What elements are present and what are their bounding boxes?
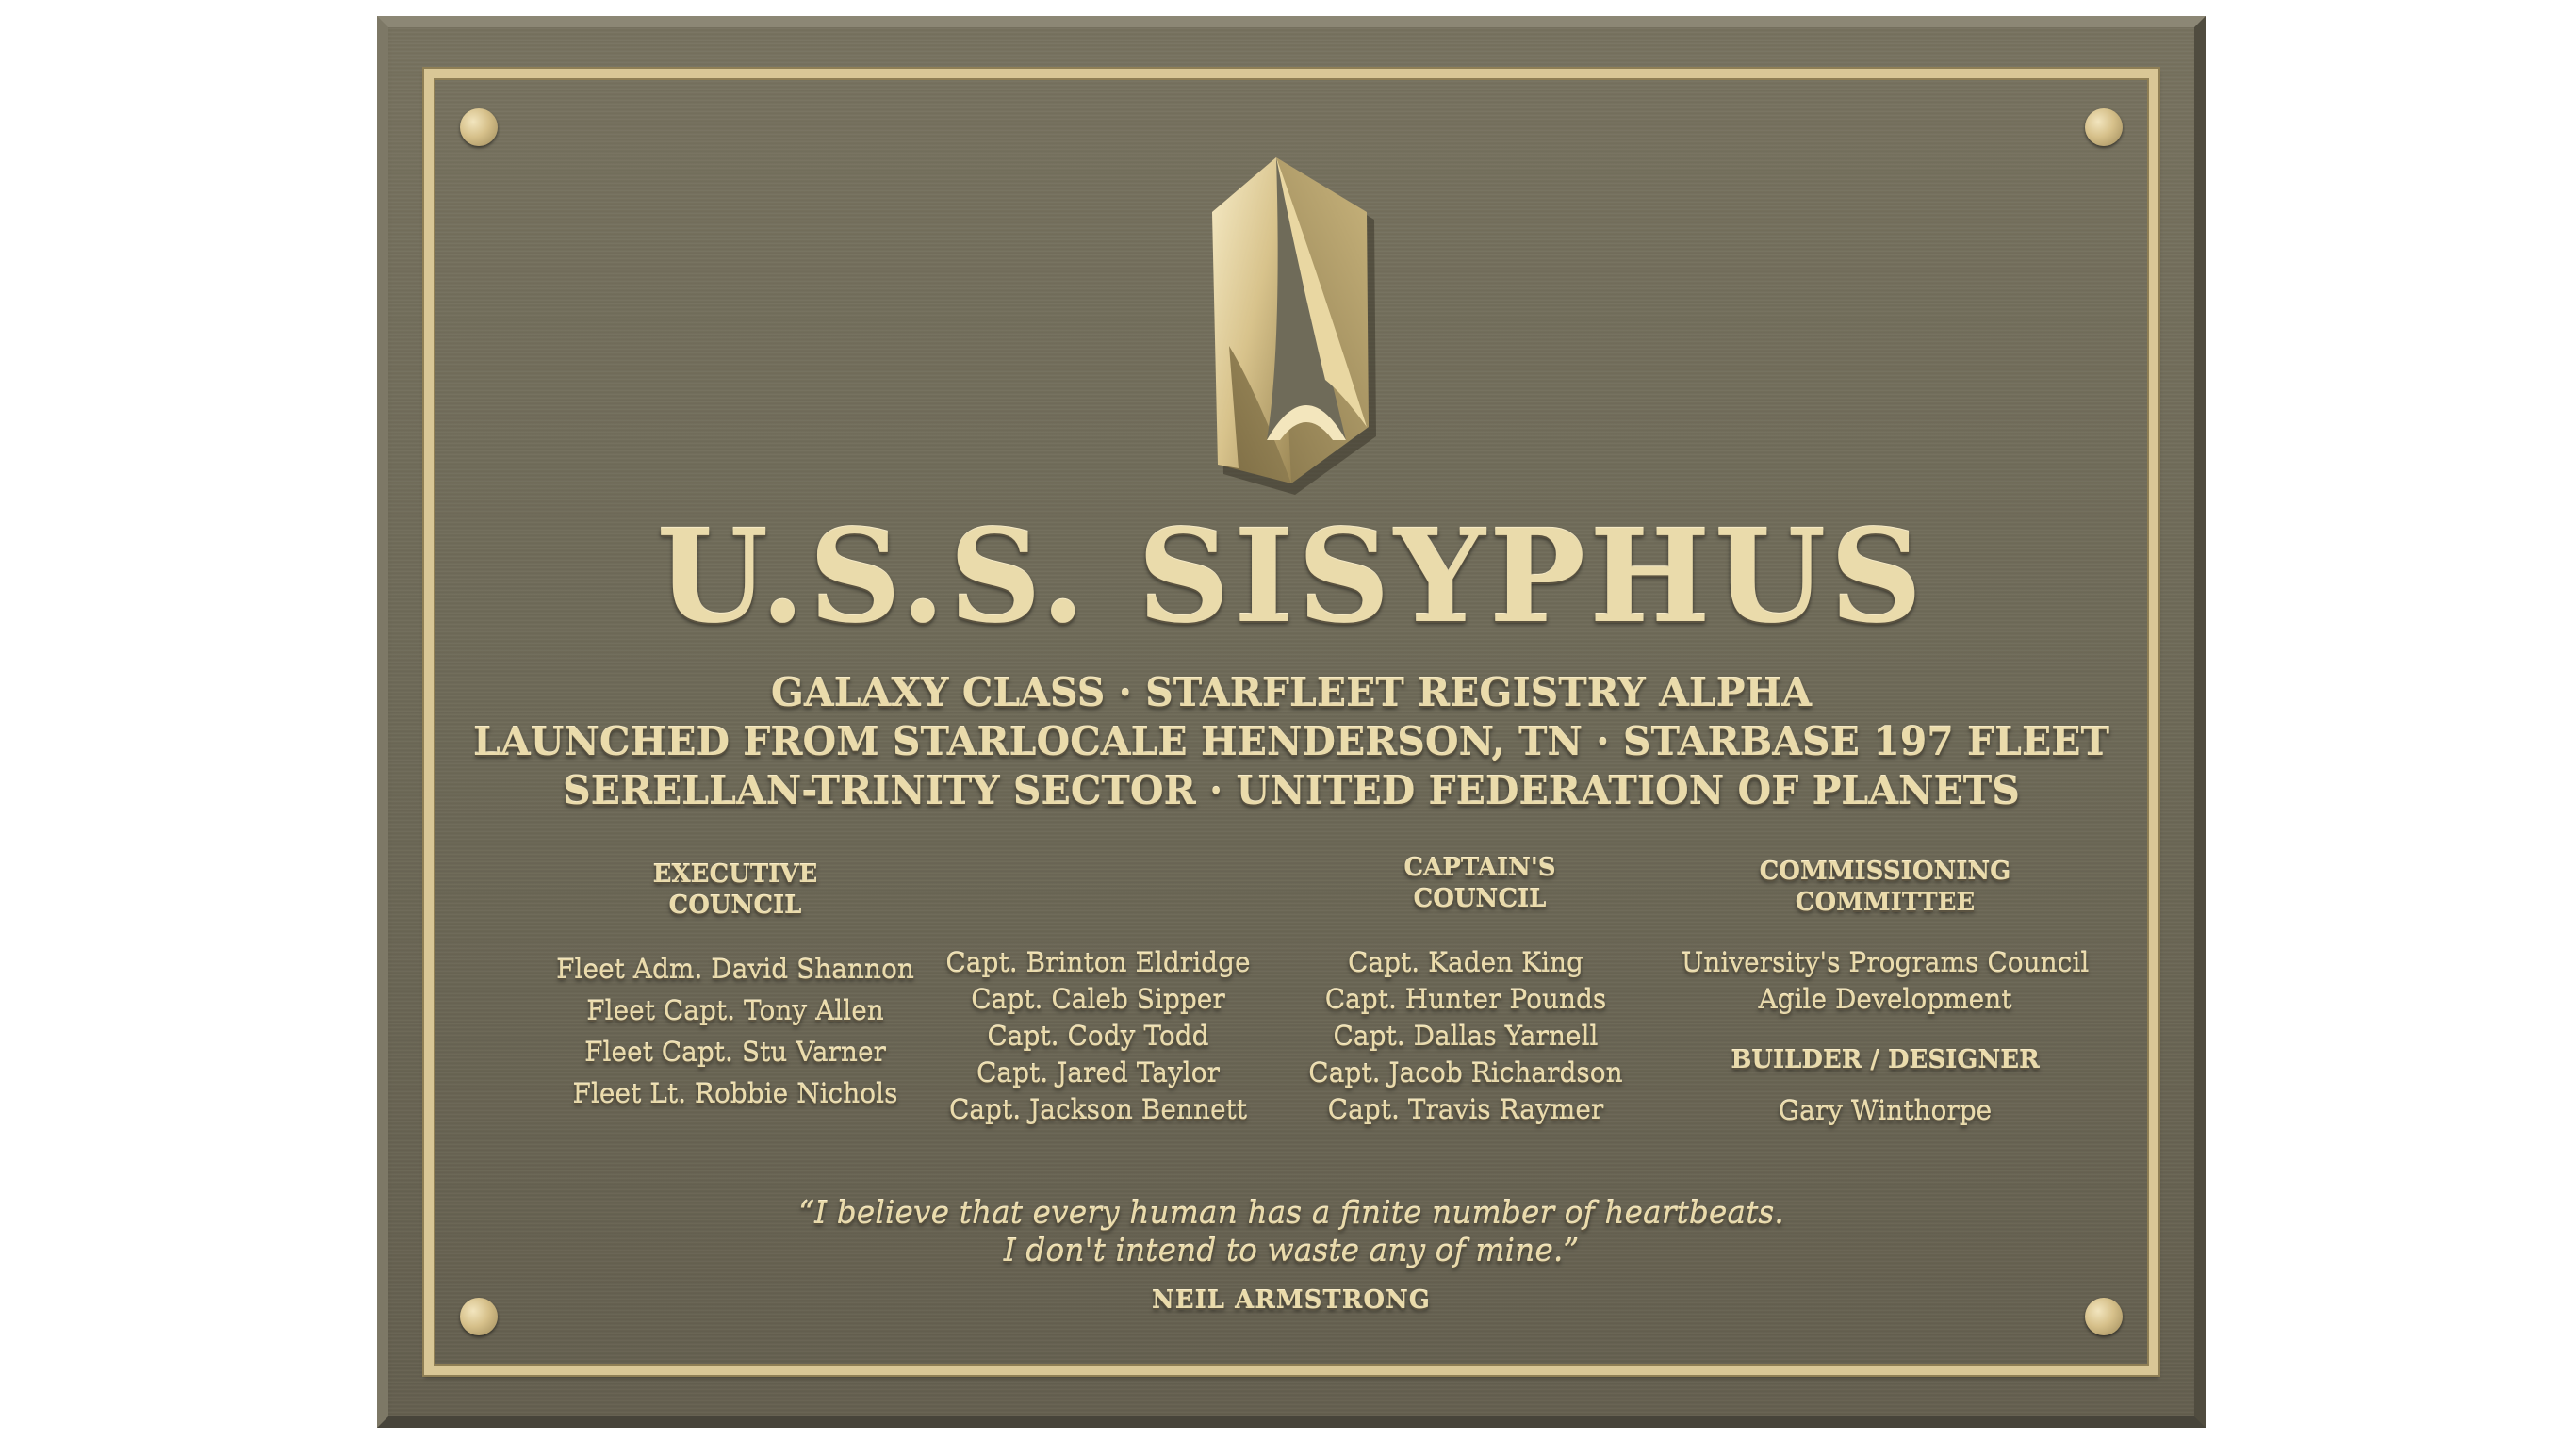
quote-line: “I believe that every human has a finite… <box>798 1194 1784 1231</box>
captains-council-heading: CAPTAIN'S COUNCIL <box>1403 854 1556 913</box>
list-item: University's Programs Council <box>1681 947 2090 978</box>
list-item: Agile Development <box>1758 984 2012 1015</box>
ship-name-title: U.S.S. SISYPHUS <box>656 501 1927 652</box>
list-item: Capt. Travis Raymer <box>1327 1094 1604 1125</box>
quote-line: I don't intend to waste any of mine.” <box>1003 1232 1580 1268</box>
list-item: Capt. Dallas Yarnell <box>1333 1021 1599 1052</box>
subtitle-line: GALAXY CLASS · STARFLEET REGISTRY ALPHA <box>770 670 1813 715</box>
builder-designer-heading: BUILDER / DESIGNER <box>1731 1046 2040 1074</box>
quote-attribution: NEIL ARMSTRONG <box>1152 1286 1431 1315</box>
list-item: Gary Winthorpe <box>1778 1095 1993 1126</box>
rivet-icon <box>460 108 498 146</box>
builder-designer-name: Gary Winthorpe <box>1649 1090 2121 1132</box>
captains-council-list-right: Capt. Kaden King Capt. Hunter Pounds Cap… <box>1235 944 1697 1128</box>
commissioning-committee-list: University's Programs Council Agile Deve… <box>1649 944 2121 1018</box>
list-item: Capt. Kaden King <box>1348 947 1583 978</box>
commissioning-committee-heading: COMMISSIONING COMMITTEE <box>1759 858 2011 917</box>
rivet-icon <box>2085 108 2123 146</box>
subtitle-line: SERELLAN-TRINITY SECTOR · UNITED FEDERAT… <box>563 768 2020 813</box>
executive-council-heading: EXECUTIVE COUNCIL <box>652 860 818 920</box>
list-item: Capt. Hunter Pounds <box>1324 984 1607 1015</box>
subtitle-line: LAUNCHED FROM STARLOCALE HENDERSON, TN ·… <box>472 719 2109 764</box>
stage: U.S.S. SISYPHUS GALAXY CLASS · STARFLEET… <box>0 0 2576 1440</box>
starfleet-delta-icon <box>1212 157 1376 495</box>
commemorative-plaque: U.S.S. SISYPHUS GALAXY CLASS · STARFLEET… <box>377 16 2206 1428</box>
list-item: Capt. Jacob Richardson <box>1308 1057 1623 1088</box>
